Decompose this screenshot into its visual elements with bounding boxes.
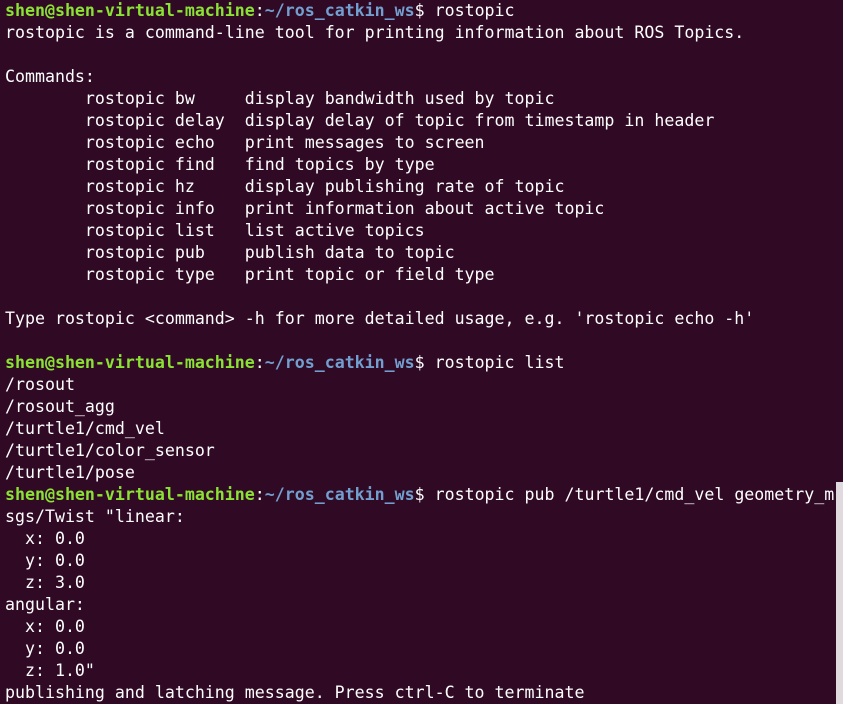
command-help-line: rostopic delay display delay of topic fr… [5,111,715,130]
prompt-line: shen@shen-virtual-machine:~/ros_catkin_w… [5,352,843,374]
output-line: Type rostopic <command> -h for more deta… [5,309,755,328]
prompt-user-host: shen@shen-virtual-machine [5,1,255,20]
command-help-line: rostopic echo print messages to screen [5,133,485,152]
output-line: Commands: [5,67,95,86]
command-help-line: rostopic find find topics by type [5,155,435,174]
command-continuation-line: y: 0.0 [5,639,85,658]
command-continuation-line: y: 0.0 [5,551,85,570]
command-text: rostopic pub /turtle1/cmd_vel geometry_m [434,485,835,504]
command-text: rostopic [434,1,515,20]
output-line: rostopic is a command-line tool for prin… [5,23,745,42]
prompt-separator: : [254,485,265,504]
prompt-path: ~/ros_catkin_ws [264,353,415,372]
command-continuation-line: z: 3.0 [5,573,85,592]
topic-line: /turtle1/color_sensor [5,441,215,460]
command-continuation-line: z: 1.0" [5,661,95,680]
command-help-line: rostopic hz display publishing rate of t… [5,177,565,196]
command-help-line: rostopic list list active topics [5,221,425,240]
command-help-line: rostopic type print topic or field type [5,265,495,284]
scrollbar-thumb[interactable] [836,482,843,704]
topic-line: /rosout [5,375,75,394]
command-help-line: rostopic info print information about ac… [5,199,605,218]
command-help-line: rostopic pub publish data to topic [5,243,455,262]
prompt-separator: : [254,353,265,372]
topic-line: /turtle1/pose [5,463,135,482]
prompt-path: ~/ros_catkin_ws [264,485,415,504]
command-continuation-line: x: 0.0 [5,529,85,548]
prompt-line: shen@shen-virtual-machine:~/ros_catkin_w… [5,0,843,22]
status-line: publishing and latching message. Press c… [5,683,585,702]
prompt-symbol: $ [414,485,435,504]
topic-line: /rosout_agg [5,397,115,416]
command-help-line: rostopic bw display bandwidth used by to… [5,89,555,108]
terminal-window[interactable]: shen@shen-virtual-machine:~/ros_catkin_w… [0,0,843,704]
prompt-path: ~/ros_catkin_ws [264,1,415,20]
command-continuation-line: angular: [5,595,85,614]
command-continuation-line: sgs/Twist "linear: [5,507,185,526]
prompt-symbol: $ [414,1,435,20]
prompt-user-host: shen@shen-virtual-machine [5,485,255,504]
command-text: rostopic list [434,353,565,372]
prompt-symbol: $ [414,353,435,372]
prompt-user-host: shen@shen-virtual-machine [5,353,255,372]
prompt-line: shen@shen-virtual-machine:~/ros_catkin_w… [5,484,843,506]
topic-line: /turtle1/cmd_vel [5,419,165,438]
command-continuation-line: x: 0.0 [5,617,85,636]
prompt-separator: : [254,1,265,20]
